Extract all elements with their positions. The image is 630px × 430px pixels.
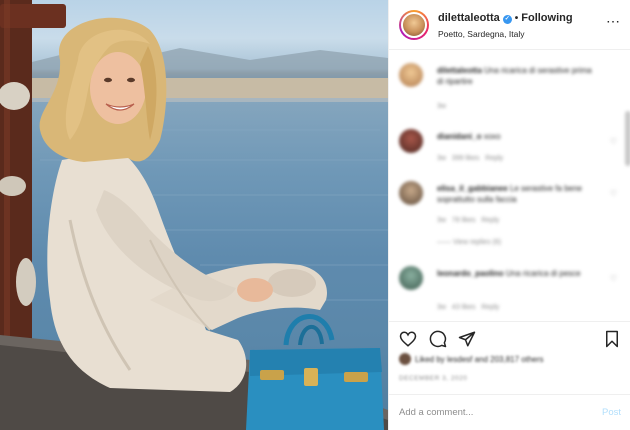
separator-dot: • bbox=[514, 13, 519, 24]
comment-body: xoxo bbox=[483, 132, 501, 141]
avatar[interactable] bbox=[399, 181, 423, 205]
likes-line[interactable]: Liked by lesdesf and 203,817 others bbox=[399, 353, 621, 367]
post-image bbox=[0, 0, 388, 430]
comment-icon[interactable] bbox=[429, 330, 447, 348]
bookmark-icon[interactable] bbox=[603, 330, 621, 348]
comment-meta: 3w 399 likes Reply bbox=[437, 155, 503, 162]
comment-heart-icon[interactable]: ♡ bbox=[610, 137, 617, 146]
likes-count[interactable]: Liked by lesdesf and 203,817 others bbox=[415, 355, 544, 364]
view-replies-link[interactable]: —— View replies (6) bbox=[437, 239, 501, 246]
comment-body: Una ricarica di pesce bbox=[505, 269, 581, 278]
comment-likes[interactable]: 399 likes bbox=[452, 155, 480, 162]
comment-time: 3w bbox=[437, 304, 446, 311]
reply-button[interactable]: Reply bbox=[481, 217, 499, 224]
comment-time: 3w bbox=[437, 103, 446, 110]
comment-username[interactable]: dianidani_o bbox=[437, 132, 481, 141]
share-icon[interactable] bbox=[458, 330, 476, 348]
post-date[interactable]: DECEMBER 3, 2020 bbox=[399, 375, 467, 382]
post-photo[interactable] bbox=[0, 0, 388, 430]
comment-likes[interactable]: 43 likes bbox=[452, 304, 476, 311]
comment-username[interactable]: dilettaleotta bbox=[437, 66, 482, 75]
comment-text: elisa_il_gabbianee Le serastive fa bene … bbox=[437, 183, 597, 205]
avatar[interactable] bbox=[399, 266, 423, 290]
comment-username[interactable]: leonardo_paolino bbox=[437, 269, 504, 278]
reply-button[interactable]: Reply bbox=[485, 155, 503, 162]
post-comment-button[interactable]: Post bbox=[602, 407, 621, 418]
heart-icon[interactable] bbox=[399, 330, 417, 348]
comment-username[interactable]: elisa_il_gabbianee bbox=[437, 184, 508, 193]
comment-meta: 3w 43 likes Reply bbox=[437, 304, 499, 311]
view-replies-label: View replies (6) bbox=[452, 239, 502, 246]
caption-text: dilettaleotta Una ricarica di serastive … bbox=[437, 65, 597, 87]
comments-scrollbar[interactable] bbox=[625, 111, 630, 166]
comments-list[interactable]: dilettaleotta Una ricarica di serastive … bbox=[389, 51, 630, 321]
post-sidebar: dilettaleotta ✓ • Following Poetto, Sardegn… bbox=[388, 0, 630, 430]
location-link[interactable]: Poetto, Sardegna, Italy bbox=[438, 29, 524, 39]
avatar[interactable] bbox=[399, 63, 423, 87]
comment-time: 3w bbox=[437, 217, 446, 224]
comment-time: 3w bbox=[437, 155, 446, 162]
comment-heart-icon[interactable]: ♡ bbox=[610, 274, 617, 283]
post-header: dilettaleotta ✓ • Following Poetto, Sardegn… bbox=[389, 0, 630, 50]
verified-badge-icon: ✓ bbox=[502, 15, 512, 24]
username-line: dilettaleotta ✓ • Following bbox=[438, 12, 573, 24]
comment-text: leonardo_paolino Una ricarica di pesce bbox=[437, 268, 597, 279]
action-bar bbox=[389, 321, 630, 355]
avatar[interactable] bbox=[401, 12, 427, 38]
avatar bbox=[399, 353, 411, 365]
comment-meta: 3w 78 likes Reply bbox=[437, 217, 499, 224]
comment-heart-icon[interactable]: ♡ bbox=[610, 189, 617, 198]
username-link[interactable]: dilettaleotta bbox=[438, 12, 500, 24]
reply-button[interactable]: Reply bbox=[481, 304, 499, 311]
avatar[interactable] bbox=[399, 129, 423, 153]
more-options-icon[interactable]: ⋯ bbox=[606, 13, 620, 30]
add-comment-input[interactable]: Add a comment... bbox=[399, 407, 473, 418]
comment-likes[interactable]: 78 likes bbox=[452, 217, 476, 224]
story-ring[interactable] bbox=[399, 10, 429, 40]
comment-text: dianidani_o xoxo bbox=[437, 131, 597, 142]
add-comment-bar: Add a comment... Post bbox=[389, 394, 630, 430]
following-button[interactable]: Following bbox=[521, 12, 572, 24]
